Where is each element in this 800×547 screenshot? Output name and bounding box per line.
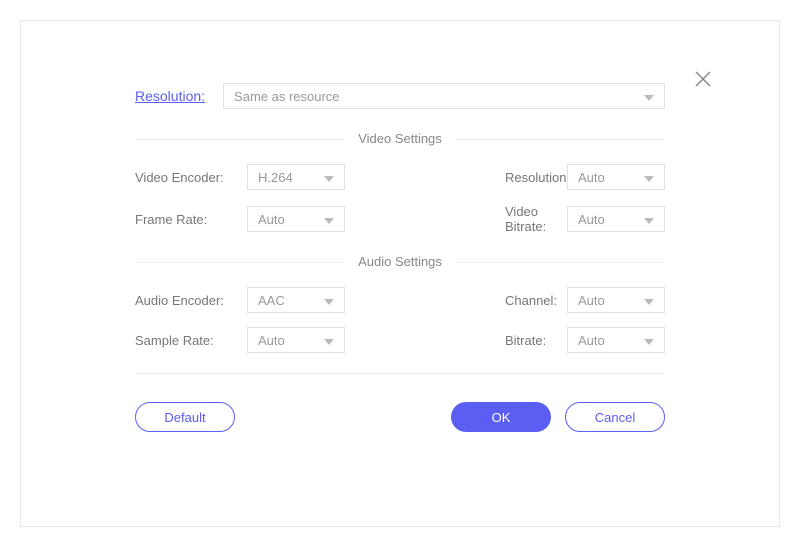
top-resolution-row: Resolution: Same as resource — [135, 83, 665, 109]
settings-dialog: Resolution: Same as resource Video Setti… — [20, 20, 780, 527]
channel-label: Channel: — [505, 293, 567, 308]
video-bitrate-value: Auto — [578, 212, 605, 227]
audio-bitrate-label: Bitrate: — [505, 333, 567, 348]
video-encoder-label: Video Encoder: — [135, 170, 247, 185]
close-button[interactable] — [689, 67, 717, 95]
close-icon — [693, 69, 713, 94]
audio-bitrate-select[interactable]: Auto — [567, 327, 665, 353]
resolution-top-value: Same as resource — [234, 89, 340, 104]
default-button[interactable]: Default — [135, 402, 235, 432]
channel-value: Auto — [578, 293, 605, 308]
resolution-link-label[interactable]: Resolution: — [135, 88, 205, 104]
frame-rate-value: Auto — [258, 212, 285, 227]
video-settings-header: Video Settings — [135, 131, 665, 146]
video-bitrate-select[interactable]: Auto — [567, 206, 665, 232]
audio-settings-grid: Audio Encoder: AAC Channel: Auto Sample … — [135, 287, 665, 353]
video-encoder-select[interactable]: H.264 — [247, 164, 345, 190]
sample-rate-value: Auto — [258, 333, 285, 348]
video-encoder-value: H.264 — [258, 170, 293, 185]
video-bitrate-label: Video Bitrate: — [505, 204, 567, 234]
video-resolution-select[interactable]: Auto — [567, 164, 665, 190]
chevron-down-icon — [644, 293, 654, 308]
channel-select[interactable]: Auto — [567, 287, 665, 313]
audio-settings-header: Audio Settings — [135, 254, 665, 269]
audio-encoder-value: AAC — [258, 293, 285, 308]
cancel-button[interactable]: Cancel — [565, 402, 665, 432]
video-settings-grid: Video Encoder: H.264 Resolution: Auto Fr… — [135, 164, 665, 234]
divider — [135, 373, 665, 374]
chevron-down-icon — [644, 212, 654, 227]
ok-button[interactable]: OK — [451, 402, 551, 432]
chevron-down-icon — [324, 293, 334, 308]
sample-rate-label: Sample Rate: — [135, 333, 247, 348]
audio-bitrate-value: Auto — [578, 333, 605, 348]
audio-encoder-label: Audio Encoder: — [135, 293, 247, 308]
chevron-down-icon — [324, 333, 334, 348]
video-resolution-label: Resolution: — [505, 170, 567, 185]
audio-settings-title: Audio Settings — [344, 254, 456, 269]
chevron-down-icon — [644, 333, 654, 348]
chevron-down-icon — [644, 170, 654, 185]
sample-rate-select[interactable]: Auto — [247, 327, 345, 353]
chevron-down-icon — [324, 170, 334, 185]
frame-rate-select[interactable]: Auto — [247, 206, 345, 232]
frame-rate-label: Frame Rate: — [135, 212, 247, 227]
audio-encoder-select[interactable]: AAC — [247, 287, 345, 313]
video-settings-title: Video Settings — [344, 131, 456, 146]
resolution-top-select[interactable]: Same as resource — [223, 83, 665, 109]
button-row: Default OK Cancel — [135, 402, 665, 432]
video-resolution-value: Auto — [578, 170, 605, 185]
chevron-down-icon — [324, 212, 334, 227]
chevron-down-icon — [644, 89, 654, 104]
